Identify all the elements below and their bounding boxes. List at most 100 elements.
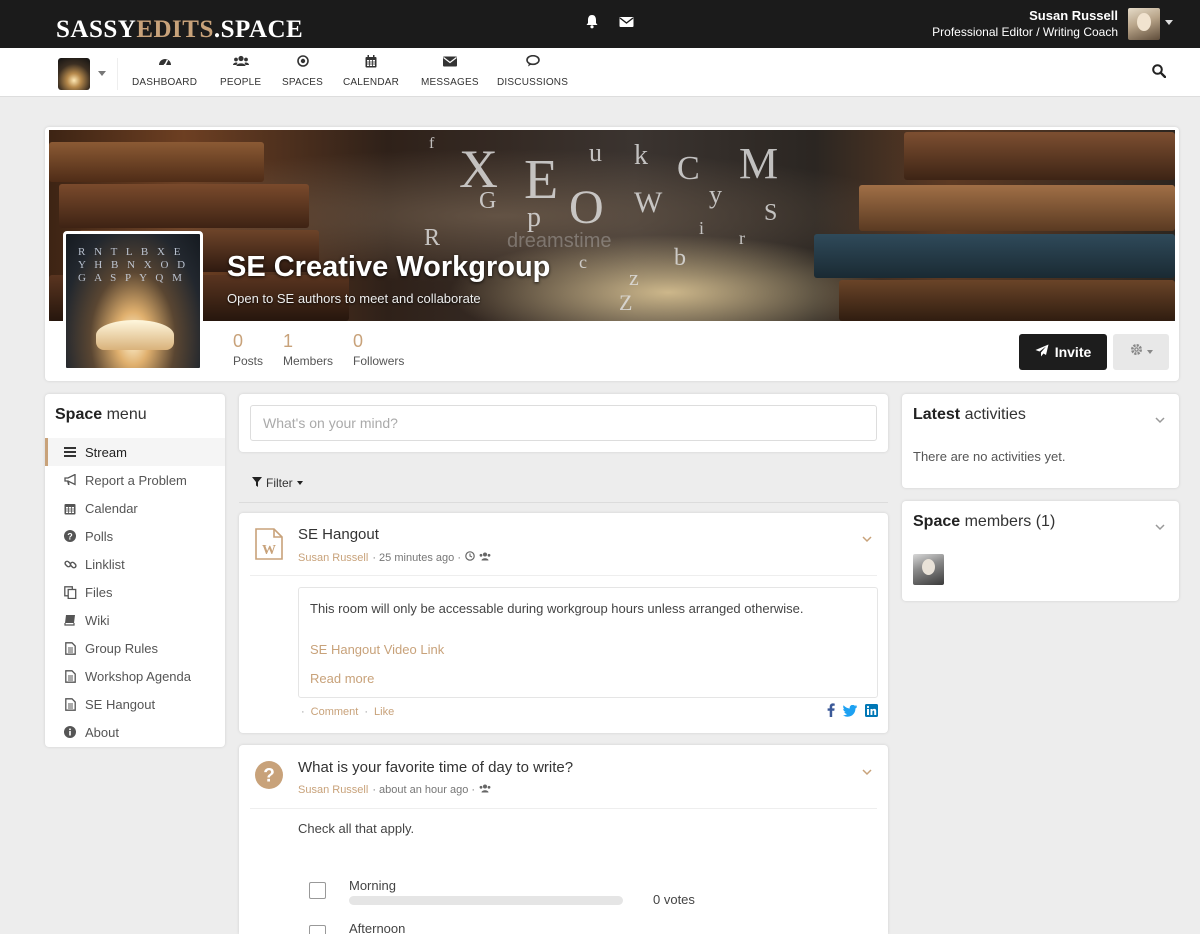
menu-item-label: Files xyxy=(85,584,113,600)
filter-label: Filter xyxy=(266,476,293,490)
chevron-down-icon[interactable] xyxy=(1155,518,1165,531)
link-icon xyxy=(63,557,77,571)
heading-rest: menu xyxy=(102,406,147,423)
svg-text:W: W xyxy=(262,543,276,558)
user-info[interactable]: Susan Russell Professional Editor / Writ… xyxy=(932,8,1118,39)
caret-down-icon xyxy=(1146,350,1153,354)
svg-text:?: ? xyxy=(67,532,73,542)
invite-label: Invite xyxy=(1054,344,1092,360)
nav-label: CALENDAR xyxy=(343,77,400,88)
site-logo[interactable]: SASSYEDITS.SPACE xyxy=(56,16,303,44)
space-header: X E u k C M G p O W y S R c z b i Z r f … xyxy=(45,127,1179,381)
timestamp: · about an hour ago · xyxy=(372,784,476,796)
space-chooser-thumbnail xyxy=(58,58,90,90)
menu-item-stream[interactable]: Stream xyxy=(45,438,225,466)
question-circle-icon: ? xyxy=(255,761,287,793)
chevron-down-icon[interactable] xyxy=(862,530,872,543)
bell-icon[interactable] xyxy=(585,14,599,34)
stat-posts[interactable]: 0 Posts xyxy=(233,330,263,368)
entry-title[interactable]: What is your favorite time of day to wri… xyxy=(298,759,573,776)
chevron-down-icon[interactable] xyxy=(862,763,872,776)
member-avatar[interactable] xyxy=(913,554,944,585)
envelope-icon[interactable] xyxy=(619,15,634,33)
twitter-icon[interactable] xyxy=(842,704,858,722)
search-icon[interactable] xyxy=(1152,64,1167,79)
chevron-down-icon[interactable] xyxy=(1155,411,1165,424)
menu-item-linklist[interactable]: Linklist xyxy=(45,550,225,578)
space-chooser[interactable] xyxy=(58,58,118,90)
poll-checkbox[interactable] xyxy=(309,925,326,934)
page-icon xyxy=(63,669,77,683)
notification-area xyxy=(585,14,634,34)
status-input[interactable]: What's on your mind? xyxy=(250,405,877,441)
facebook-icon[interactable] xyxy=(827,703,835,722)
info-circle-icon xyxy=(63,725,77,739)
stat-members[interactable]: 1 Members xyxy=(283,330,333,368)
read-more-link[interactable]: Read more xyxy=(310,671,374,686)
stream-entry-poll: ? What is your favorite time of day to w… xyxy=(239,745,888,934)
members-heading: Space members (1) xyxy=(913,513,1055,531)
logo-text-1: SASSY xyxy=(56,16,137,43)
nav-messages[interactable]: MESSAGES xyxy=(421,55,479,88)
menu-item-about[interactable]: About xyxy=(45,718,225,746)
top-bar: SASSYEDITS.SPACE Susan Russell Professio… xyxy=(0,0,1200,48)
stat-followers[interactable]: 0 Followers xyxy=(353,330,404,368)
word-document-icon: W xyxy=(254,528,286,560)
linkedin-icon[interactable] xyxy=(865,703,878,722)
nav-dashboard[interactable]: DASHBOARD xyxy=(132,55,197,88)
menu-item-wiki[interactable]: Wiki xyxy=(45,606,225,634)
divider xyxy=(250,575,877,576)
paper-plane-icon xyxy=(1035,344,1049,360)
nav-discussions[interactable]: DISCUSSIONS xyxy=(497,54,568,88)
invite-button[interactable]: Invite xyxy=(1019,334,1107,370)
stat-value: 1 xyxy=(283,331,294,351)
menu-item-polls[interactable]: ? Polls xyxy=(45,522,225,550)
user-menu-caret-icon[interactable] xyxy=(1165,20,1173,25)
post-actions: · Comment · Like xyxy=(301,706,394,718)
nav-spaces[interactable]: SPACES xyxy=(282,55,323,88)
heading-rest: activities xyxy=(960,406,1026,423)
separator: · xyxy=(364,706,369,718)
post-content: This room will only be accessable during… xyxy=(298,587,878,698)
menu-item-label: Calendar xyxy=(85,500,138,516)
like-link[interactable]: Like xyxy=(374,706,394,718)
video-link[interactable]: SE Hangout Video Link xyxy=(310,642,444,657)
stat-label: Members xyxy=(283,354,334,368)
entry-meta: Susan Russell · 25 minutes ago · xyxy=(298,551,491,564)
poll-option-label: Afternoon xyxy=(349,921,406,934)
author-link[interactable]: Susan Russell xyxy=(298,552,368,564)
menu-item-report-a-problem[interactable]: Report a Problem xyxy=(45,466,225,494)
share-buttons xyxy=(827,703,878,722)
logo-text-2: EDITS xyxy=(136,16,214,43)
comment-link[interactable]: Comment xyxy=(311,706,359,718)
post-form: What's on your mind? xyxy=(239,394,888,452)
bullhorn-icon xyxy=(63,473,77,487)
nav-people[interactable]: PEOPLE xyxy=(220,55,261,88)
menu-item-files[interactable]: Files xyxy=(45,578,225,606)
author-link[interactable]: Susan Russell xyxy=(298,784,368,796)
menu-item-workshop-agenda[interactable]: Workshop Agenda xyxy=(45,662,225,690)
space-settings-button[interactable] xyxy=(1113,334,1169,370)
poll-votes: 0 votes xyxy=(653,892,695,907)
menu-item-label: Stream xyxy=(85,444,127,460)
nav-label: PEOPLE xyxy=(220,77,262,88)
entry-title[interactable]: SE Hangout xyxy=(298,526,379,543)
user-avatar[interactable] xyxy=(1128,8,1160,40)
menu-item-se-hangout[interactable]: SE Hangout xyxy=(45,690,225,718)
menu-item-group-rules[interactable]: Group Rules xyxy=(45,634,225,662)
menu-item-label: Wiki xyxy=(85,612,110,628)
space-menu: Space menu Stream Report a Problem Calen… xyxy=(45,394,225,747)
menu-item-calendar[interactable]: Calendar xyxy=(45,494,225,522)
menu-item-label: About xyxy=(85,724,119,740)
stream-filter-button[interactable]: Filter xyxy=(252,476,303,490)
poll-checkbox[interactable] xyxy=(309,882,326,899)
question-circle-icon: ? xyxy=(63,529,77,543)
nav-calendar[interactable]: CALENDAR xyxy=(343,55,399,88)
watermark-text: dreamstime xyxy=(507,230,612,252)
space-menu-heading: Space menu xyxy=(55,406,147,424)
stat-label: Posts xyxy=(233,354,264,368)
poll-description: Check all that apply. xyxy=(298,821,415,836)
menu-item-label: SE Hangout xyxy=(85,696,156,712)
space-title: SE Creative Workgroup xyxy=(227,251,551,283)
entry-meta: Susan Russell · about an hour ago · xyxy=(298,784,491,796)
